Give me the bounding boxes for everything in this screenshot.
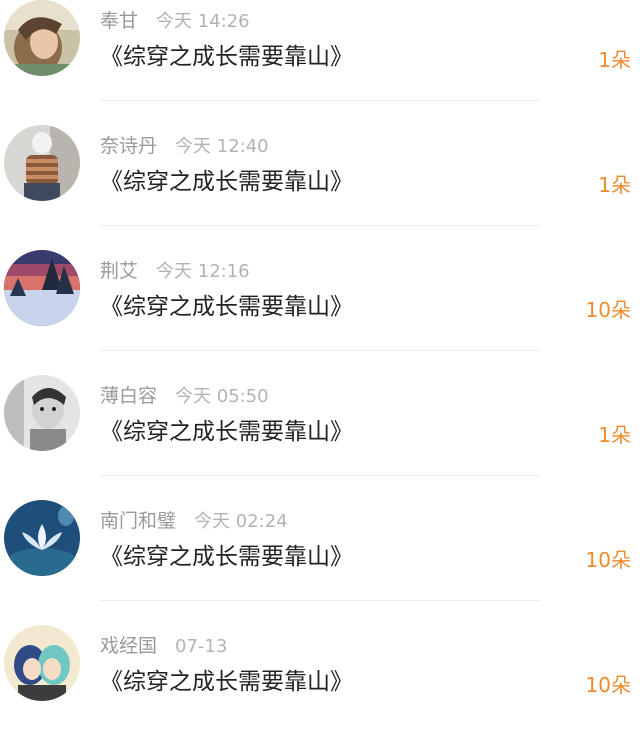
item-meta: 奈诗丹 今天 12:40 — [100, 133, 269, 159]
divider — [100, 600, 540, 601]
divider — [100, 475, 540, 476]
avatar-lotus-blue-icon — [4, 500, 80, 576]
avatar[interactable] — [4, 250, 80, 326]
item-meta: 荆艾 今天 12:16 — [100, 258, 250, 284]
gift-count: 10朵 — [585, 673, 631, 697]
timestamp: 今天 02:24 — [194, 511, 288, 532]
gift-count: 10朵 — [585, 548, 631, 572]
book-title[interactable]: 《综穿之成长需要靠山》 — [100, 290, 353, 324]
avatar[interactable] — [4, 625, 80, 701]
list-item[interactable]: 戏经国 07-13 《综穿之成长需要靠山》 10朵 — [0, 625, 640, 750]
user-name[interactable]: 奉甘 — [100, 10, 138, 32]
avatar[interactable] — [4, 500, 80, 576]
user-name[interactable]: 薄白容 — [100, 385, 157, 407]
book-title[interactable]: 《综穿之成长需要靠山》 — [100, 40, 353, 74]
divider — [100, 350, 540, 351]
avatar-winter-sunset-icon — [4, 250, 80, 326]
gift-count: 1朵 — [598, 173, 631, 197]
item-meta: 南门和璧 今天 02:24 — [100, 508, 288, 534]
reward-list: 奉甘 今天 14:26 《综穿之成长需要靠山》 1朵 奈诗丹 今天 12:40 《综… — [0, 0, 640, 716]
user-name[interactable]: 荆艾 — [100, 260, 138, 282]
book-title[interactable]: 《综穿之成长需要靠山》 — [100, 665, 353, 699]
divider — [100, 100, 540, 101]
list-item[interactable]: 荆艾 今天 12:16 《综穿之成长需要靠山》 10朵 — [0, 250, 640, 375]
avatar-child-bw-icon — [4, 375, 80, 451]
list-item[interactable]: 薄白容 今天 05:50 《综穿之成长需要靠山》 1朵 — [0, 375, 640, 500]
timestamp: 今天 12:40 — [175, 136, 269, 157]
divider — [100, 225, 540, 226]
book-title[interactable]: 《综穿之成长需要靠山》 — [100, 415, 353, 449]
gift-count: 1朵 — [598, 48, 631, 72]
avatar-girl-photo-icon — [4, 0, 80, 76]
avatar-person-striped-sweater-icon — [4, 125, 80, 201]
avatar-anime-pair-icon — [4, 625, 80, 701]
timestamp: 07-13 — [175, 636, 228, 657]
avatar[interactable] — [4, 125, 80, 201]
list-item[interactable]: 南门和璧 今天 02:24 《综穿之成长需要靠山》 10朵 — [0, 500, 640, 625]
gift-count: 1朵 — [598, 423, 631, 447]
avatar[interactable] — [4, 0, 80, 76]
list-item[interactable]: 奈诗丹 今天 12:40 《综穿之成长需要靠山》 1朵 — [0, 125, 640, 250]
book-title[interactable]: 《综穿之成长需要靠山》 — [100, 540, 353, 574]
timestamp: 今天 14:26 — [156, 11, 250, 32]
list-item[interactable]: 奉甘 今天 14:26 《综穿之成长需要靠山》 1朵 — [0, 0, 640, 125]
book-title[interactable]: 《综穿之成长需要靠山》 — [100, 165, 353, 199]
item-meta: 奉甘 今天 14:26 — [100, 8, 250, 34]
user-name[interactable]: 南门和璧 — [100, 510, 176, 532]
timestamp: 今天 05:50 — [175, 386, 269, 407]
item-meta: 戏经国 07-13 — [100, 633, 227, 659]
timestamp: 今天 12:16 — [156, 261, 250, 282]
item-meta: 薄白容 今天 05:50 — [100, 383, 269, 409]
user-name[interactable]: 奈诗丹 — [100, 135, 157, 157]
user-name[interactable]: 戏经国 — [100, 635, 157, 657]
gift-count: 10朵 — [585, 298, 631, 322]
avatar[interactable] — [4, 375, 80, 451]
